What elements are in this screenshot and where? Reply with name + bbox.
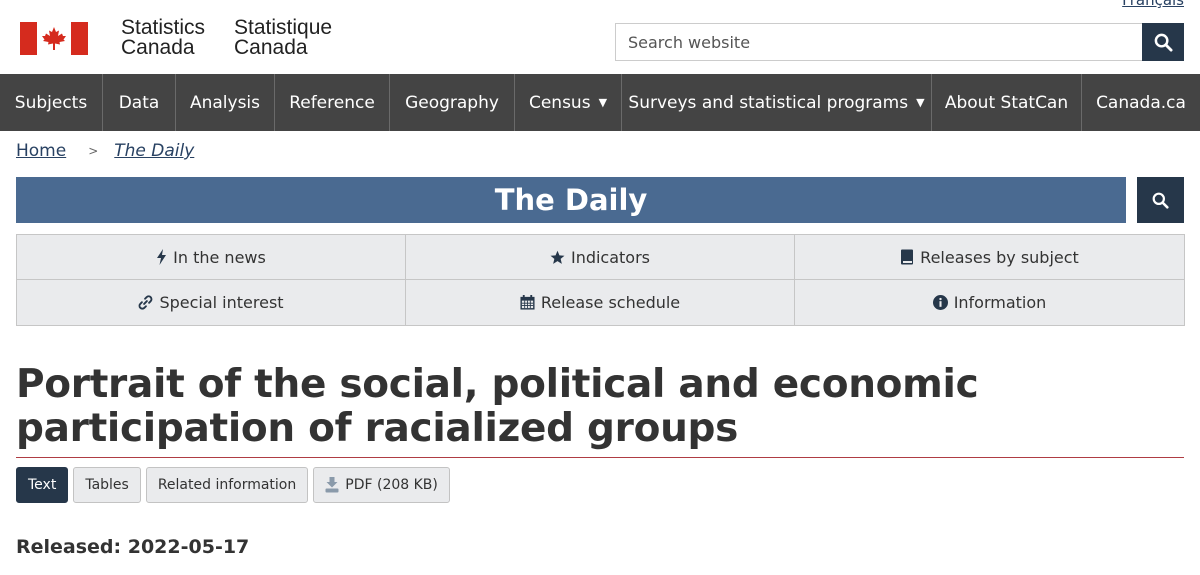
site-search-button[interactable]: [1142, 23, 1184, 61]
breadcrumb-separator: >: [88, 144, 99, 158]
title-divider: [16, 457, 1184, 458]
menu-item-analysis[interactable]: Analysis: [176, 74, 275, 131]
daily-nav-in-the-news[interactable]: In the news: [16, 234, 406, 280]
breadcrumb-home-link[interactable]: Home: [16, 141, 66, 161]
canada-flag-logo[interactable]: [20, 22, 88, 55]
search-icon: [1154, 33, 1173, 52]
daily-nav-label: Releases by subject: [920, 247, 1079, 267]
release-date: Released: 2022-05-17: [16, 536, 250, 558]
tab-text[interactable]: Text: [16, 467, 69, 503]
tab-related-information[interactable]: Related information: [145, 467, 309, 503]
menu-label: Canada.ca: [1096, 92, 1186, 113]
menu-label: Data: [118, 92, 160, 113]
menu-item-surveys[interactable]: Surveys and statistical programs ▼: [622, 74, 932, 131]
menu-item-data[interactable]: Data: [103, 74, 176, 131]
menu-label: Census: [528, 92, 591, 113]
daily-search-button[interactable]: [1137, 177, 1184, 223]
page-title: Portrait of the social, political and ec…: [16, 362, 979, 451]
star-icon: [550, 250, 565, 265]
menu-label: Subjects: [14, 92, 88, 113]
daily-nav-indicators[interactable]: Indicators: [405, 234, 795, 280]
link-icon: [138, 295, 153, 310]
the-daily-title: The Daily: [494, 183, 648, 217]
wordmark-en-line1: Statistics: [121, 16, 206, 39]
wordmark-french[interactable]: Statistique Canada: [234, 16, 333, 59]
menu-item-geography[interactable]: Geography: [390, 74, 515, 131]
calendar-icon: [520, 295, 535, 310]
daily-nav-releases-by-subject[interactable]: Releases by subject: [794, 234, 1185, 280]
book-icon: [900, 249, 914, 265]
menu-item-reference[interactable]: Reference: [275, 74, 390, 131]
chevron-down-icon: ▼: [598, 96, 608, 109]
breadcrumb-the-daily-link[interactable]: The Daily: [114, 141, 194, 161]
the-daily-banner[interactable]: The Daily: [16, 177, 1126, 223]
article-tabs: Text Tables Related information PDF (208…: [16, 467, 450, 503]
download-pdf-icon: [325, 477, 339, 493]
menu-label: Geography: [405, 92, 499, 113]
breadcrumb: Home > The Daily: [16, 141, 194, 161]
menu-label: About StatCan: [944, 92, 1069, 113]
tab-label: Related information: [157, 477, 297, 493]
main-menu: Subjects Data Analysis Reference Geograp…: [0, 74, 1200, 131]
daily-nav-label: Information: [953, 293, 1047, 312]
daily-nav-grid: In the news Indicators Releases by subje…: [16, 234, 1185, 326]
daily-nav-label: Release schedule: [540, 293, 681, 312]
daily-nav-special-interest[interactable]: Special interest: [16, 279, 406, 326]
chevron-down-icon: ▼: [916, 96, 925, 109]
daily-nav-label: Special interest: [159, 293, 284, 312]
tab-tables[interactable]: Tables: [73, 467, 141, 503]
search-icon: [1152, 192, 1169, 209]
maple-leaf-icon: [42, 26, 66, 50]
wordmark-en-line2: Canada: [121, 36, 195, 59]
wordmark-english[interactable]: Statistics Canada: [121, 16, 206, 59]
menu-item-about-statcan[interactable]: About StatCan: [932, 74, 1082, 131]
site-search-input[interactable]: Search website: [615, 23, 1142, 61]
menu-item-subjects[interactable]: Subjects: [0, 74, 103, 131]
menu-label: Analysis: [189, 92, 261, 113]
daily-nav-information[interactable]: Information: [794, 279, 1185, 326]
menu-label: Surveys and statistical programs: [628, 92, 909, 113]
tab-label: Text: [28, 477, 57, 493]
daily-nav-release-schedule[interactable]: Release schedule: [405, 279, 795, 326]
tab-pdf-download[interactable]: PDF (208 KB): [313, 467, 450, 503]
menu-label: Reference: [289, 92, 375, 113]
tab-label: PDF (208 KB): [345, 477, 438, 493]
wordmark-fr-line2: Canada: [234, 36, 308, 59]
info-icon: [932, 295, 948, 310]
menu-item-census[interactable]: Census ▼: [515, 74, 622, 131]
bolt-icon: [156, 249, 167, 265]
menu-item-canada-ca[interactable]: Canada.ca: [1082, 74, 1200, 131]
daily-nav-label: Indicators: [570, 247, 651, 267]
language-toggle-link[interactable]: Français: [1122, 0, 1184, 9]
tab-label: Tables: [85, 477, 129, 493]
daily-nav-label: In the news: [173, 247, 266, 267]
wordmark-fr-line1: Statistique: [234, 16, 333, 39]
